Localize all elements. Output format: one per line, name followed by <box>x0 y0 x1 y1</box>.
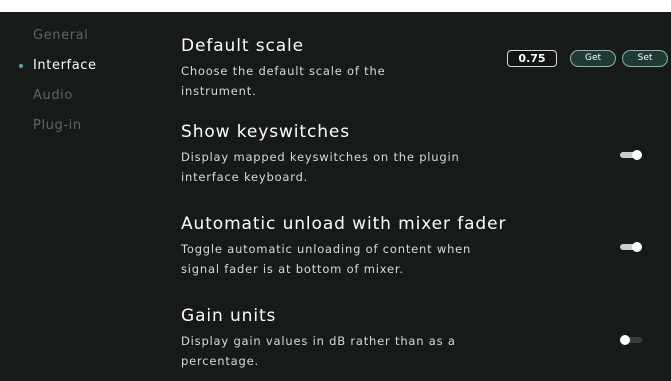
settings-content: Default scale Choose the default scale o… <box>0 12 671 381</box>
default-scale-value-field[interactable]: 0.75 <box>507 50 557 67</box>
auto-unload-title: Automatic unload with mixer fader <box>181 214 507 234</box>
toggle-knob <box>620 335 630 345</box>
show-keyswitches-title: Show keyswitches <box>181 122 351 142</box>
gain-units-toggle[interactable] <box>620 335 642 345</box>
show-keyswitches-description: Display mapped keyswitches on the plugin… <box>181 150 460 184</box>
gain-units-description: Display gain values in dB rather than as… <box>181 334 456 368</box>
show-keyswitches-toggle[interactable] <box>620 150 642 160</box>
toggle-knob <box>632 242 642 252</box>
auto-unload-toggle[interactable] <box>620 242 642 252</box>
gain-units-title: Gain units <box>181 306 277 326</box>
toggle-knob <box>632 150 642 160</box>
settings-panel: General Interface Audio Plug-in Default … <box>0 12 671 381</box>
get-scale-button[interactable]: Get <box>570 50 616 67</box>
set-scale-button[interactable]: Set <box>622 50 668 67</box>
auto-unload-description: Toggle automatic unloading of content wh… <box>181 242 472 276</box>
default-scale-description: Choose the default scale of the instrume… <box>181 64 386 98</box>
default-scale-title: Default scale <box>181 36 305 56</box>
